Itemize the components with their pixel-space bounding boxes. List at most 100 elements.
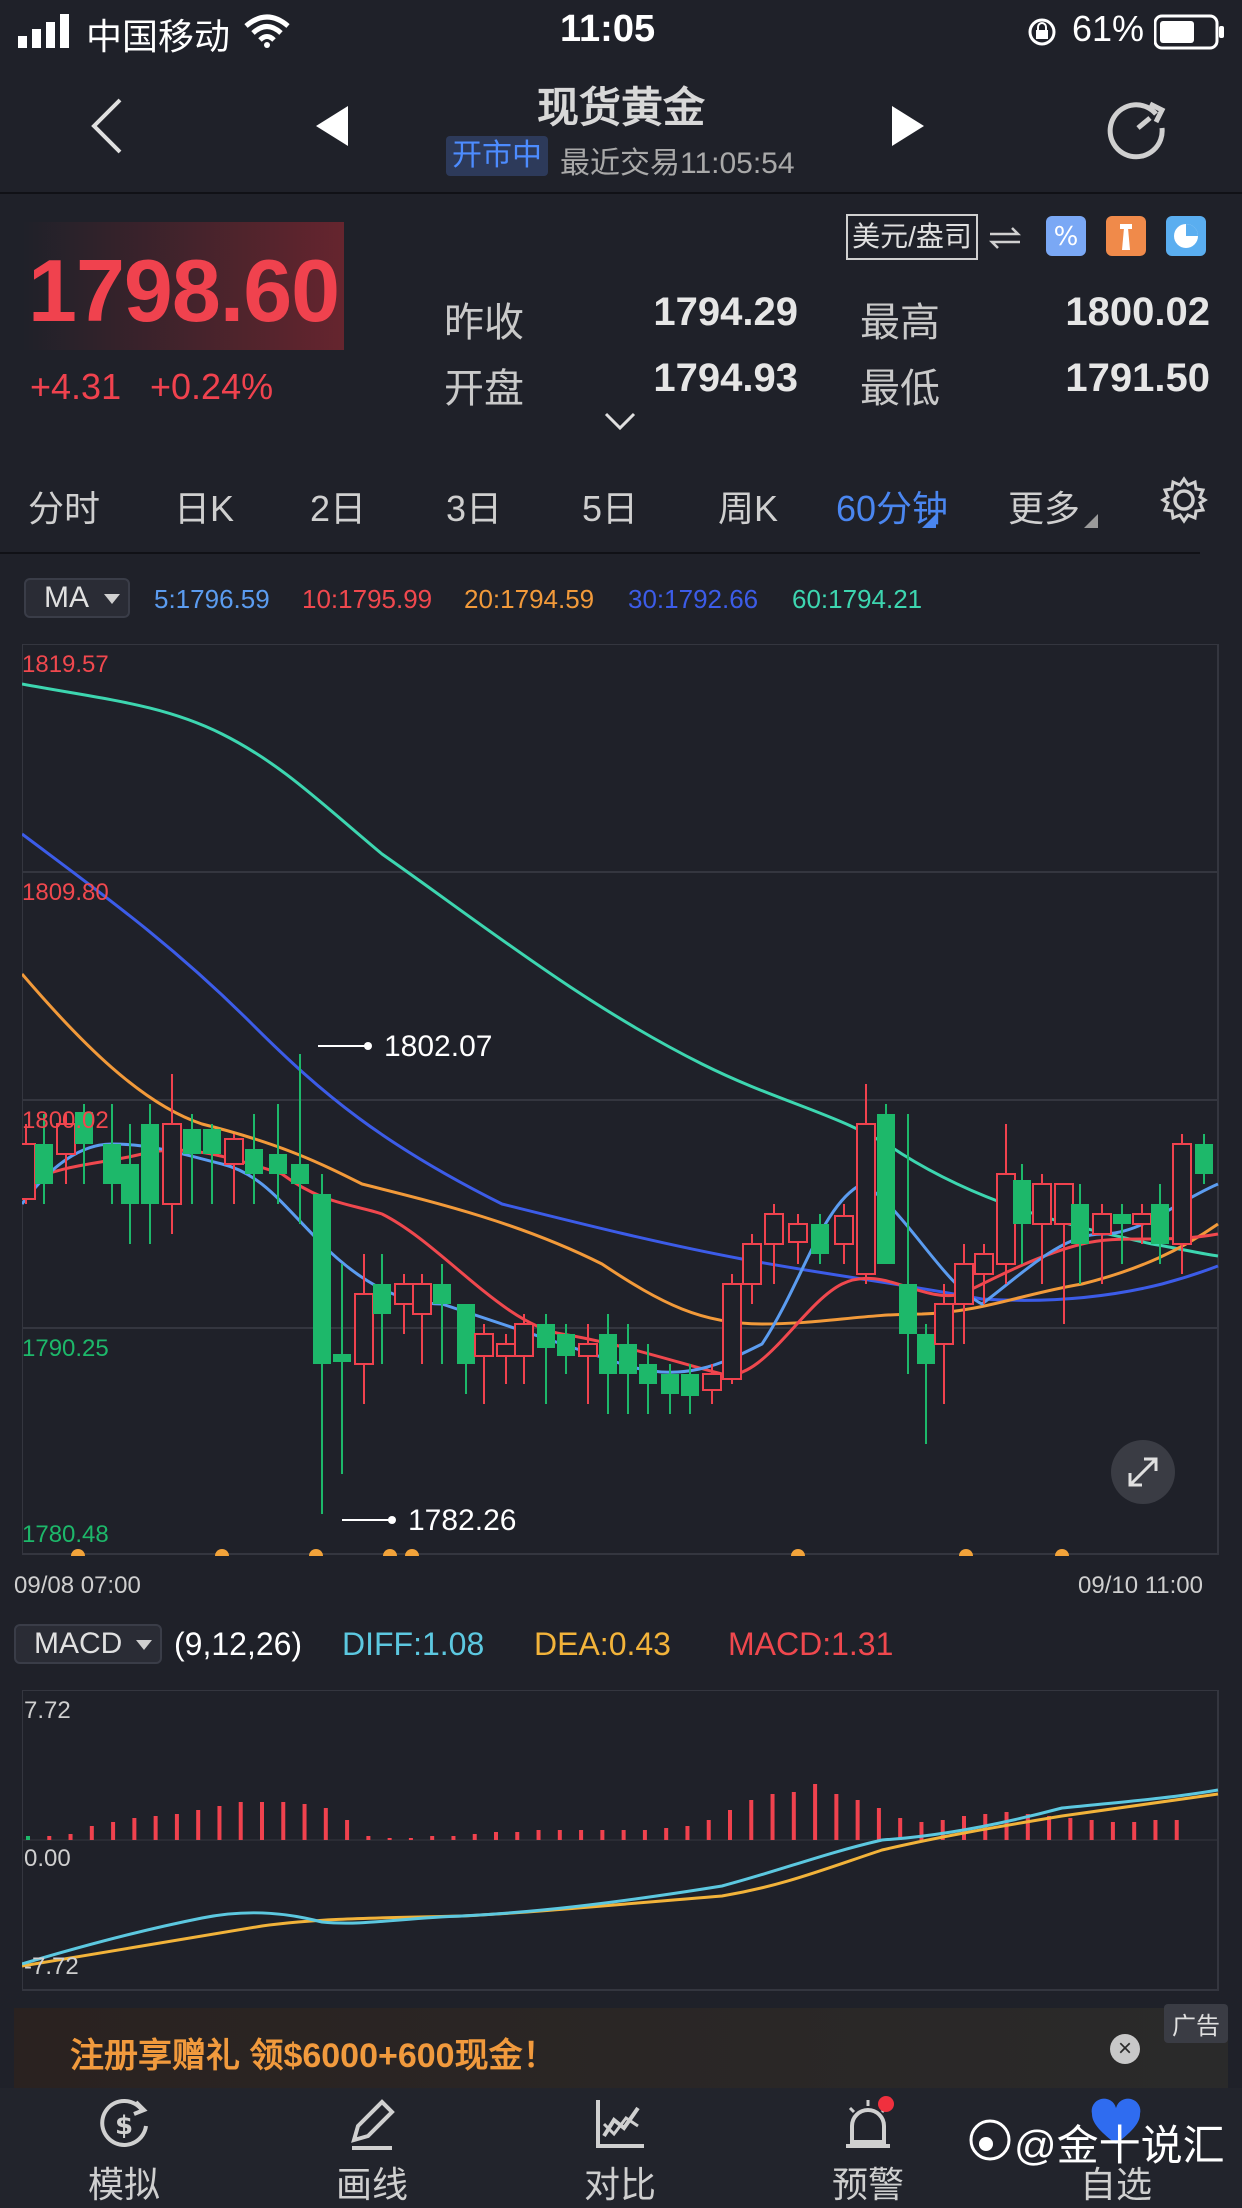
low-annotation-label: 1782.26	[408, 1504, 516, 1537]
battery-icon	[1154, 14, 1224, 50]
candle-body	[639, 1364, 657, 1384]
candle-body	[722, 1283, 742, 1380]
prev-close-value: 1794.29	[653, 290, 798, 334]
macd-bar	[408, 1838, 413, 1840]
signal-icon	[18, 14, 69, 48]
candle-body	[183, 1129, 201, 1154]
toolbar-draw-label: 画线	[335, 2164, 408, 2205]
expand-quote-icon[interactable]	[604, 412, 636, 432]
unit-selector[interactable]: 美元/盎司	[846, 214, 978, 260]
macd-bar	[855, 1800, 860, 1840]
tab-more[interactable]: 更多	[1008, 480, 1080, 532]
chevron-down-icon	[104, 594, 120, 604]
candle-body	[1013, 1180, 1031, 1224]
macd-bar	[749, 1800, 754, 1840]
pie-chart-icon[interactable]	[1166, 216, 1206, 256]
prev-close-label: 昨收	[444, 301, 524, 345]
event-dot[interactable]	[215, 1549, 229, 1556]
candle-body	[291, 1164, 309, 1184]
candle-body	[578, 1343, 598, 1357]
event-dot[interactable]	[1055, 1549, 1069, 1556]
ad-close-button[interactable]: ×	[1110, 2034, 1140, 2064]
candlestick-chart[interactable]: 1819.57 1809.80 1800.02 1790.25 1780.48 …	[22, 644, 1220, 1556]
price-change: +4.31	[30, 366, 122, 407]
y-label-2: 1809.80	[22, 879, 109, 906]
candle-body	[121, 1164, 139, 1204]
percent-tool-icon[interactable]: %	[1046, 216, 1086, 256]
candle-body	[457, 1304, 475, 1364]
fullscreen-button[interactable]	[1111, 1440, 1175, 1504]
candle-body	[1172, 1143, 1192, 1245]
high-value: 1800.02	[1065, 290, 1210, 334]
candle-body	[1113, 1214, 1131, 1224]
event-dot[interactable]	[309, 1549, 323, 1556]
ad-text[interactable]: 注册享赠礼 领$6000+600现金！	[70, 2028, 557, 2077]
tab-5day[interactable]: 5日	[582, 480, 638, 532]
event-dot[interactable]	[959, 1549, 973, 1556]
candle-body	[162, 1123, 182, 1205]
macd-bar	[962, 1816, 966, 1840]
candle-body	[433, 1284, 451, 1304]
open-value: 1794.93	[653, 356, 798, 400]
macd-bar	[579, 1830, 584, 1840]
y-label-bottom: 1780.48	[22, 1521, 109, 1548]
next-instrument-icon[interactable]	[890, 104, 926, 148]
candle-body	[742, 1243, 762, 1285]
macd-bar	[387, 1838, 392, 1840]
macd-bar	[111, 1822, 116, 1840]
candle-body	[354, 1293, 374, 1365]
ma-select-label: MA	[44, 581, 89, 614]
macd-indicator-select[interactable]: MACD	[14, 1624, 162, 1664]
candle-body	[811, 1224, 829, 1254]
candle-body	[1092, 1213, 1112, 1235]
lighthouse-icon[interactable]	[1106, 216, 1146, 256]
ad-tag: 广告	[1164, 2004, 1228, 2043]
ma-indicator-select[interactable]: MA	[24, 578, 130, 618]
event-dot[interactable]	[71, 1549, 85, 1556]
low-label: 最低	[860, 367, 940, 411]
candle-body	[22, 1143, 36, 1200]
macd-bar	[89, 1826, 94, 1840]
status-time: 11:05	[560, 8, 656, 50]
macd-chart[interactable]: 7.72 0.00 -7.72	[22, 1690, 1220, 1992]
candle-body	[203, 1129, 221, 1154]
high-annotation-label: 1802.07	[384, 1030, 492, 1063]
tab-daily-k[interactable]: 日K	[174, 480, 234, 532]
macd-bar	[1153, 1820, 1158, 1840]
macd-bar	[1174, 1820, 1179, 1840]
current-price: 1798.60	[28, 241, 340, 340]
candle-body	[661, 1374, 679, 1394]
refresh-icon[interactable]	[1106, 96, 1170, 160]
macd-bar	[132, 1818, 137, 1840]
tab-2day[interactable]: 2日	[310, 480, 366, 532]
candle-body	[788, 1223, 808, 1243]
candle-body	[1132, 1213, 1152, 1225]
tabs-divider	[0, 552, 1200, 554]
macd-bar	[281, 1802, 286, 1840]
macd-bar	[642, 1830, 647, 1840]
event-dot[interactable]	[383, 1549, 397, 1556]
macd-bar	[1068, 1818, 1073, 1840]
macd-bar	[26, 1836, 30, 1840]
tab-fenshi[interactable]: 分时	[28, 480, 100, 532]
tab-3day[interactable]: 3日	[446, 480, 502, 532]
settings-gear-icon[interactable]	[1160, 476, 1208, 524]
candle-body	[333, 1354, 351, 1362]
swap-unit-icon[interactable]	[988, 226, 1022, 250]
status-bar: 中国移动 11:05 61%	[0, 0, 1242, 62]
macd-bar	[430, 1836, 435, 1840]
battery-percent: 61%	[1072, 8, 1145, 49]
event-dot[interactable]	[791, 1549, 805, 1556]
dea-line	[22, 1792, 1219, 1968]
macd-bar	[345, 1820, 350, 1840]
tab-weekly-k[interactable]: 周K	[718, 480, 778, 532]
weibo-logo-icon	[969, 2119, 1011, 2161]
dollar-cycle-icon: $	[100, 2099, 148, 2147]
toolbar-compare-label: 对比	[583, 2164, 656, 2205]
macd-bar	[153, 1816, 158, 1840]
open-label: 开盘	[444, 367, 524, 411]
carrier-name: 中国移动	[86, 16, 231, 57]
candle-body	[537, 1324, 555, 1348]
header-divider	[0, 192, 1242, 194]
event-dot[interactable]	[405, 1549, 419, 1556]
